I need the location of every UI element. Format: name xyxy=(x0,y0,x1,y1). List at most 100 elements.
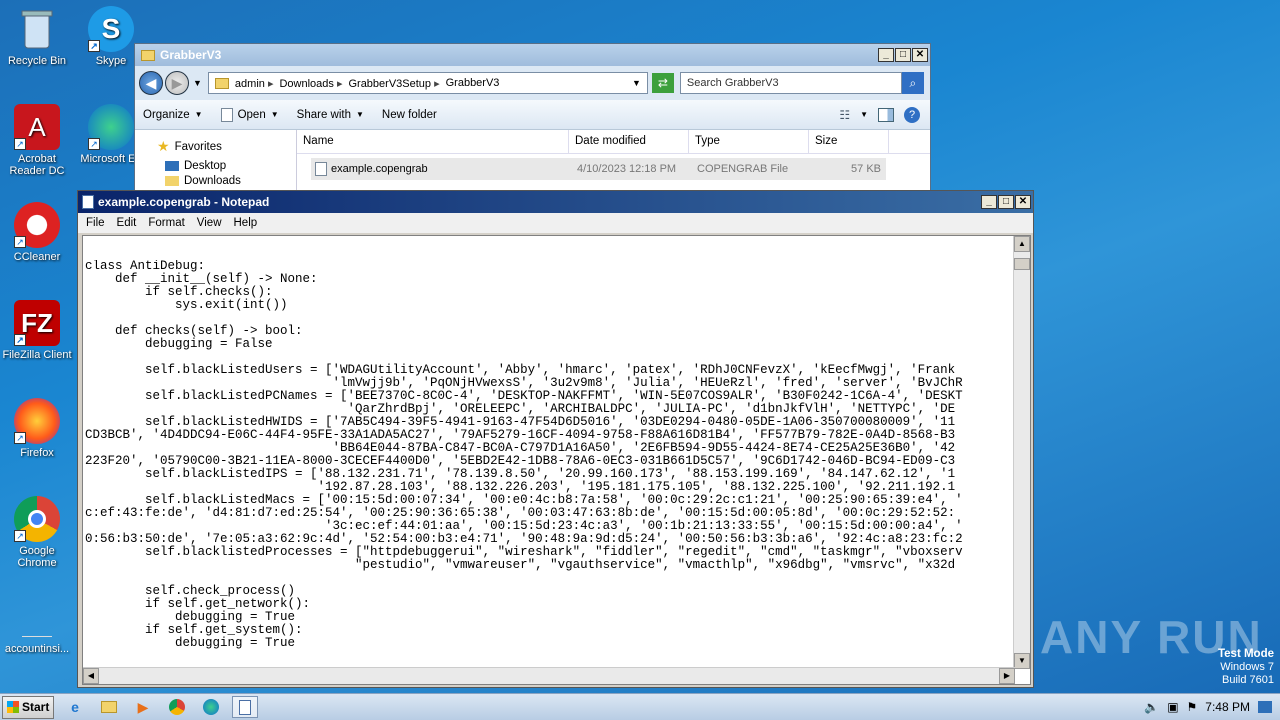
desktop-icon-chrome[interactable]: ↗ Google Chrome xyxy=(0,496,74,569)
acrobat-icon: A ↗ xyxy=(14,104,60,150)
open-button[interactable]: Open ▼ xyxy=(220,107,279,122)
column-type[interactable]: Type xyxy=(689,130,809,153)
speaker-icon[interactable]: 🔈 xyxy=(1144,700,1159,714)
desktop-icon-firefox[interactable]: ↗ Firefox xyxy=(0,398,74,459)
explorer-toolbar: Organize ▼ Open ▼ Share with ▼ New folder ☷… xyxy=(135,100,930,130)
explorer-titlebar[interactable]: GrabberV3 _ □ ✕ xyxy=(135,44,930,66)
desktop-icon-recycle-bin[interactable]: Recycle Bin xyxy=(0,6,74,67)
chevron-down-icon[interactable]: ▼ xyxy=(632,78,641,88)
maximize-button[interactable]: □ xyxy=(998,195,1014,209)
notepad-taskbar-icon[interactable] xyxy=(232,696,258,718)
menu-view[interactable]: View xyxy=(197,217,222,229)
new-folder-label: New folder xyxy=(381,108,437,121)
nav-label: Favorites xyxy=(174,140,222,153)
desktop-icon-accountinsi[interactable]: accountinsi... xyxy=(0,604,74,655)
system-tray: 🔈 ▣ ⚑ 7:48 PM xyxy=(1144,700,1280,714)
file-date: 4/10/2023 12:18 PM xyxy=(577,163,677,175)
dropdown-arrow-icon[interactable]: ▼ xyxy=(860,110,868,119)
menu-help[interactable]: Help xyxy=(234,217,258,229)
flag-icon[interactable]: ⚑ xyxy=(1187,700,1198,714)
horizontal-scrollbar[interactable]: ◀ ▶ xyxy=(83,667,1015,684)
scroll-up-icon[interactable]: ▲ xyxy=(1014,236,1030,252)
test-mode-line: Test Mode xyxy=(1217,648,1274,660)
column-size[interactable]: Size xyxy=(809,130,889,153)
file-icon xyxy=(220,107,233,122)
address-bar[interactable]: admin Downloads GrabberV3Setup GrabberV3… xyxy=(207,72,648,94)
chrome-icon: ↗ xyxy=(14,496,60,542)
shortcut-arrow-icon: ↗ xyxy=(14,236,26,248)
close-button[interactable]: ✕ xyxy=(912,48,928,62)
forward-button[interactable]: ▶ xyxy=(165,71,189,95)
downloads-icon xyxy=(165,175,179,186)
filezilla-icon: FZ ↗ xyxy=(14,300,60,346)
clock[interactable]: 7:48 PM xyxy=(1205,700,1250,714)
desktop-icon-acrobat[interactable]: A ↗ Acrobat Reader DC xyxy=(0,104,74,177)
notepad-titlebar[interactable]: example.copengrab - Notepad _ □ ✕ xyxy=(78,191,1033,213)
view-options-icon[interactable]: ☷ xyxy=(839,108,850,122)
desktop-icon-label: FileZilla Client xyxy=(2,349,72,361)
maximize-button[interactable]: □ xyxy=(895,48,911,62)
media-player-icon[interactable]: ▶ xyxy=(130,696,156,718)
start-button[interactable]: Start xyxy=(2,695,54,719)
minimize-button[interactable]: _ xyxy=(981,195,997,209)
ccleaner-icon: ↗ xyxy=(14,202,60,248)
notepad-text[interactable]: class AntiDebug: def __init__(self) -> N… xyxy=(85,260,1013,680)
vertical-scrollbar[interactable]: ▲ ▼ xyxy=(1013,236,1030,669)
minimize-button[interactable]: _ xyxy=(878,48,894,62)
menu-format[interactable]: Format xyxy=(148,217,184,229)
breadcrumb-item[interactable]: GrabberV3 xyxy=(446,77,500,89)
shortcut-arrow-icon: ↗ xyxy=(88,40,100,52)
column-name[interactable]: Name xyxy=(297,130,569,153)
search-input[interactable]: Search GrabberV3 xyxy=(679,72,902,94)
nav-item-favorites[interactable]: ★ Favorites xyxy=(135,136,296,158)
preview-pane-icon[interactable] xyxy=(878,107,894,122)
breadcrumb-item[interactable]: Downloads xyxy=(279,77,342,90)
scroll-down-icon[interactable]: ▼ xyxy=(1014,653,1030,669)
desktop-icon-label: accountinsi... xyxy=(4,643,70,655)
refresh-button[interactable]: ⇄ xyxy=(651,73,674,93)
desktop-icon-filezilla[interactable]: FZ ↗ FileZilla Client xyxy=(0,300,74,361)
explorer-icon[interactable] xyxy=(96,696,122,718)
chevron-down-icon[interactable]: ▼ xyxy=(193,78,202,88)
share-with-button[interactable]: Share with ▼ xyxy=(297,109,364,121)
test-mode-notice: Test Mode Windows 7 Build 7601 xyxy=(1218,648,1274,687)
menu-file[interactable]: File xyxy=(86,217,105,229)
scroll-thumb[interactable] xyxy=(1014,258,1030,270)
windows-logo-icon xyxy=(7,701,19,713)
back-button[interactable]: ◀ xyxy=(139,71,163,95)
build-line: Build 7601 xyxy=(1222,674,1274,686)
taskbar: Start e ▶ 🔈 ▣ ⚑ 7:48 PM xyxy=(0,693,1280,720)
notepad-window[interactable]: example.copengrab - Notepad _ □ ✕ File E… xyxy=(77,190,1034,688)
help-icon[interactable]: ? xyxy=(904,106,920,123)
show-desktop-icon[interactable] xyxy=(1258,701,1272,713)
scroll-right-icon[interactable]: ▶ xyxy=(999,668,1015,684)
desktop-icon-label: Firefox xyxy=(20,447,54,459)
star-icon: ★ xyxy=(157,138,170,154)
network-icon[interactable]: ▣ xyxy=(1167,700,1178,714)
ie-icon[interactable]: e xyxy=(62,696,88,718)
nav-item-downloads[interactable]: Downloads xyxy=(135,175,296,187)
desktop-icon-ccleaner[interactable]: ↗ CCleaner xyxy=(0,202,74,263)
organize-label: Organize xyxy=(143,108,190,121)
notepad-editor[interactable]: class AntiDebug: def __init__(self) -> N… xyxy=(82,235,1031,685)
column-headers: Name Date modified Type Size xyxy=(297,130,930,154)
skype-icon: S ↗ xyxy=(88,6,134,52)
share-label: Share with xyxy=(296,108,351,121)
search-icon[interactable]: ⌕ xyxy=(901,72,924,94)
scroll-left-icon[interactable]: ◀ xyxy=(83,668,99,684)
nav-item-desktop[interactable]: Desktop xyxy=(135,158,296,175)
close-button[interactable]: ✕ xyxy=(1015,195,1031,209)
breadcrumb-item[interactable]: admin xyxy=(235,77,274,90)
firefox-icon: ↗ xyxy=(14,398,60,444)
explorer-window[interactable]: GrabberV3 _ □ ✕ ◀ ▶ ▼ admin Downloads Gr… xyxy=(134,43,931,203)
edge-icon[interactable] xyxy=(198,696,224,718)
new-folder-button[interactable]: New folder xyxy=(382,109,437,121)
file-row[interactable]: example.copengrab 4/10/2023 12:18 PM COP… xyxy=(311,158,886,180)
organize-button[interactable]: Organize ▼ xyxy=(143,109,203,121)
breadcrumb-item[interactable]: GrabberV3Setup xyxy=(348,77,439,90)
file-icon xyxy=(14,604,60,640)
desktop-icon xyxy=(165,161,179,171)
column-date-modified[interactable]: Date modified xyxy=(569,130,689,153)
menu-edit[interactable]: Edit xyxy=(117,217,137,229)
chrome-icon[interactable] xyxy=(164,696,190,718)
